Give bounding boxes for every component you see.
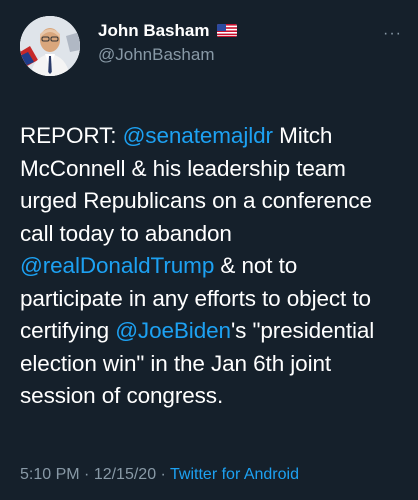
tweet-time: 5:10 PM xyxy=(20,466,80,483)
author-name[interactable]: John Basham xyxy=(98,21,209,41)
avatar-image xyxy=(20,16,80,76)
tweet-text-segment: REPORT: xyxy=(20,123,123,148)
mention-link[interactable]: @realDonaldTrump xyxy=(20,253,214,278)
tweet-header: John Basham @JohnBasham xyxy=(20,12,400,80)
mention-link[interactable]: @senatemajldr xyxy=(123,123,273,148)
avatar[interactable] xyxy=(20,16,80,76)
mention-link[interactable]: @JoeBiden xyxy=(115,318,231,343)
meta-separator: · xyxy=(156,466,171,483)
tweet-meta: 5:10 PM · 12/15/20 · Twitter for Android xyxy=(20,466,299,484)
author-name-row: John Basham xyxy=(98,21,238,41)
tweet-source[interactable]: Twitter for Android xyxy=(170,466,299,483)
ellipsis-icon[interactable]: ··· xyxy=(383,26,402,42)
meta-separator: · xyxy=(79,466,94,483)
us-flag-icon xyxy=(217,24,238,38)
tweet-text: REPORT: @senatemajldr Mitch McConnell & … xyxy=(20,120,400,413)
author-handle[interactable]: @JohnBasham xyxy=(98,45,237,65)
user-info: John Basham @JohnBasham xyxy=(98,21,238,66)
tweet-date[interactable]: 12/15/20 xyxy=(94,466,156,483)
tweet-card: John Basham @JohnBasham ··· REPORT: @sen… xyxy=(0,0,418,500)
